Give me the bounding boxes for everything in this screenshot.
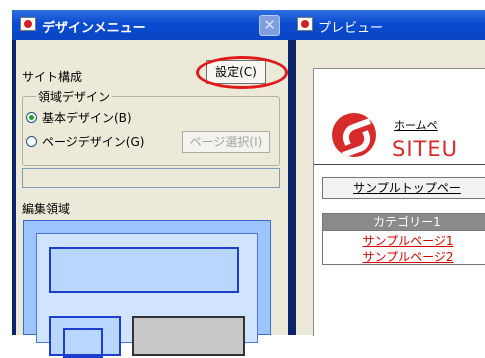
app-icon xyxy=(20,17,36,31)
region-design-legend: 領域デザイン xyxy=(36,88,113,105)
edit-side-inner-region[interactable] xyxy=(63,328,103,358)
edit-main-region[interactable] xyxy=(132,316,245,356)
design-menu-title: デザインメニュー xyxy=(42,21,146,36)
radio-page-design[interactable]: ページデザイン(G) xyxy=(26,134,144,150)
edit-header-region[interactable] xyxy=(49,247,239,293)
preview-title: プレビュー xyxy=(318,21,384,36)
preview-body: ホームペ SITEU サンプルトップペー カテゴリー1 サンプルページ1 サンプ… xyxy=(296,40,485,336)
empty-field[interactable] xyxy=(22,168,280,188)
page-select-button[interactable]: ページ選択(I) xyxy=(182,131,270,153)
app-icon xyxy=(297,17,313,31)
category-header: カテゴリー1 xyxy=(322,213,485,231)
brand-name: SITEU xyxy=(392,137,458,161)
edit-side-region[interactable] xyxy=(49,316,121,358)
preview-titlebar[interactable]: プレビュー xyxy=(292,10,485,40)
design-menu-body: サイト構成 設定(C) 領域デザイン 基本デザイン(B) ページデザイン(G) … xyxy=(16,40,288,358)
edit-area-canvas[interactable] xyxy=(23,220,271,358)
edit-page-frame[interactable] xyxy=(36,233,258,358)
sample-page-link-1[interactable]: サンプルページ1 xyxy=(323,232,485,249)
home-link[interactable]: ホームペ xyxy=(394,117,438,133)
radio-page-label: ページデザイン(G) xyxy=(42,135,145,149)
edit-area-label: 編集領域 xyxy=(22,202,71,216)
radio-checked-icon xyxy=(26,112,37,123)
radio-basic-label: 基本デザイン(B) xyxy=(42,111,132,125)
preview-window: プレビュー ホームペ SITEU サンプルトップペー カテゴリー1 サンプルペー… xyxy=(292,10,485,336)
radio-unchecked-icon xyxy=(26,136,37,147)
logo-icon xyxy=(332,113,376,157)
design-menu-window: デザインメニュー ✕ サイト構成 設定(C) 領域デザイン 基本デザイン(B) … xyxy=(12,10,292,358)
divider xyxy=(314,164,485,165)
category-links: サンプルページ1 サンプルページ2 xyxy=(322,231,485,265)
preview-page: ホームペ SITEU サンプルトップペー カテゴリー1 サンプルページ1 サンプ… xyxy=(313,68,485,336)
sample-top-link[interactable]: サンプルトップペー xyxy=(322,177,485,199)
close-icon[interactable]: ✕ xyxy=(259,15,280,36)
highlight-circle xyxy=(196,56,288,89)
site-structure-label: サイト構成 xyxy=(22,70,83,84)
design-menu-titlebar[interactable]: デザインメニュー ✕ xyxy=(12,10,292,40)
sample-page-link-2[interactable]: サンプルページ2 xyxy=(323,248,485,265)
radio-basic-design[interactable]: 基本デザイン(B) xyxy=(26,110,132,126)
